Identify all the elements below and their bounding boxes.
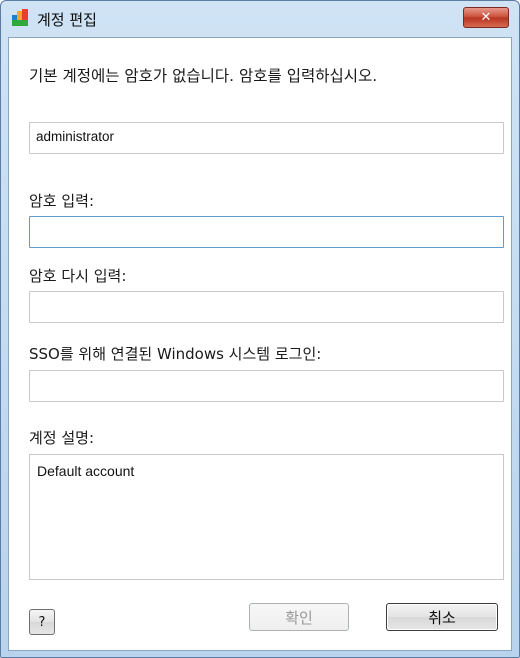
edit-account-window: 계정 편집 ✕ 기본 계정에는 암호가 없습니다. 암호를 입력하십시오. ad… [0,0,520,658]
confirm-password-label: 암호 다시 입력: [29,267,127,285]
description-label: 계정 설명: [29,429,95,447]
username-field[interactable]: administrator [29,122,504,154]
intro-text: 기본 계정에는 암호가 없습니다. 암호를 입력하십시오. [29,67,378,85]
ok-button[interactable]: 확인 [249,603,349,631]
close-icon: ✕ [480,10,492,25]
password-field[interactable] [29,216,504,248]
sso-login-label: SSO를 위해 연결된 Windows 시스템 로그인: [29,345,322,363]
avg-logo-icon [12,9,28,26]
help-button[interactable]: ? [29,609,55,635]
confirm-password-field[interactable] [29,291,504,323]
cancel-button[interactable]: 취소 [386,603,498,631]
description-textarea[interactable]: Default account [29,454,504,580]
sso-login-field[interactable] [29,370,504,402]
dialog-body: 기본 계정에는 암호가 없습니다. 암호를 입력하십시오. administra… [8,37,512,651]
close-button[interactable]: ✕ [463,7,509,28]
window-title: 계정 편집 [37,11,97,29]
title-bar[interactable]: 계정 편집 ✕ [1,1,519,37]
password-label: 암호 입력: [29,192,95,210]
